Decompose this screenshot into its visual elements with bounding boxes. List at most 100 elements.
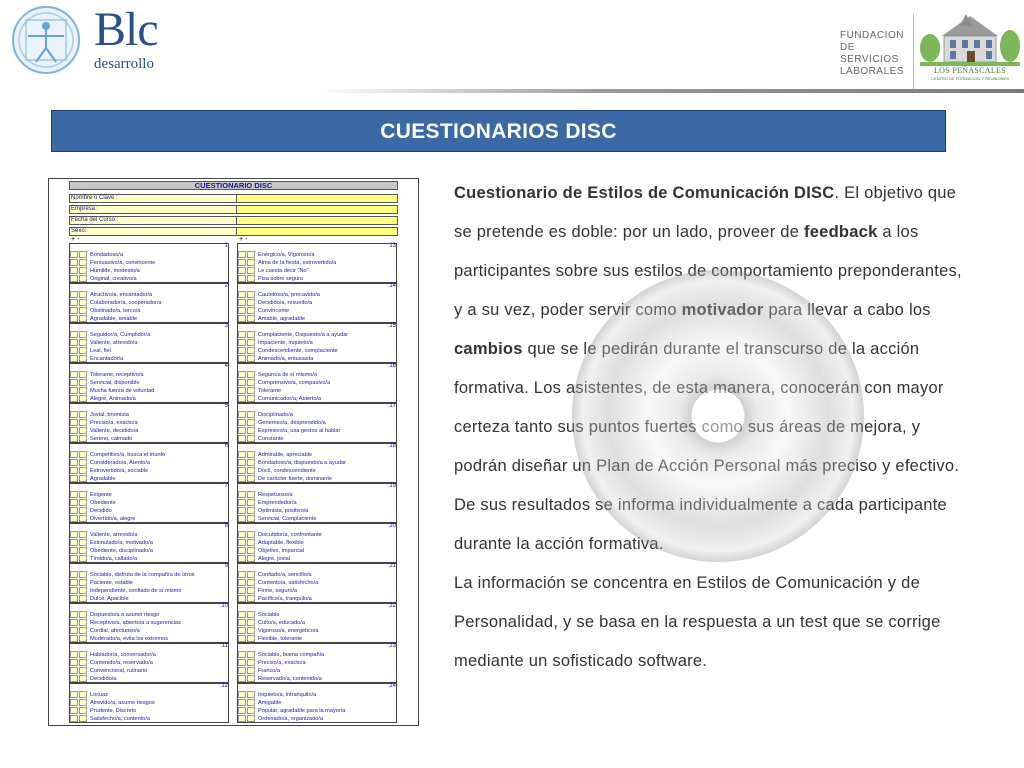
most-like-me-checkbox — [70, 531, 78, 538]
question-item-label: Tímido/a, callado/a — [90, 556, 138, 562]
question-item: Tolerante, receptivo/a — [69, 371, 229, 379]
least-like-me-checkbox — [79, 467, 87, 474]
most-like-me-checkbox — [238, 619, 246, 626]
most-like-me-checkbox — [70, 459, 78, 466]
least-like-me-checkbox — [79, 587, 87, 594]
question-item: Reservado/a, contenido/a — [237, 675, 397, 683]
least-like-me-checkbox — [79, 627, 87, 634]
most-like-me-checkbox — [238, 395, 246, 402]
least-like-me-checkbox — [247, 427, 255, 434]
most-like-me-checkbox — [238, 427, 246, 434]
least-like-me-checkbox — [247, 291, 255, 298]
question-group-number: 24 — [389, 683, 396, 689]
questionnaire-column-right: 13 Enérgico/a, Vigoroso/a Alma de la fiest… — [237, 243, 397, 725]
most-like-me-checkbox — [238, 419, 246, 426]
least-like-me-checkbox — [79, 299, 87, 306]
least-like-me-checkbox — [247, 555, 255, 562]
question-item: Condescendiente, complaciente — [237, 347, 397, 355]
question-group-number: 5 — [224, 403, 228, 409]
most-like-me-checkbox — [70, 307, 78, 314]
bold-phrase: cambios — [454, 340, 523, 358]
question-item-label: Agradable — [90, 476, 116, 482]
most-like-me-checkbox — [238, 507, 246, 514]
questionnaire-column-left: 1 Bondadoso/a Persuasivo/a, convincente Hum… — [69, 243, 229, 725]
most-like-me-checkbox — [238, 299, 246, 306]
question-group: 21 Confiado/a, sencillo/a Contento/a, sati… — [237, 563, 397, 603]
most-like-me-checkbox — [70, 419, 78, 426]
question-item: Leal, fiel — [69, 347, 229, 355]
least-like-me-checkbox — [247, 675, 255, 682]
question-item: Amable, agradable — [237, 315, 397, 323]
question-item-label: Emprendedor/a — [258, 500, 297, 506]
question-item-label: Ordenado/a, organizado/a — [258, 716, 323, 722]
most-like-me-checkbox — [70, 435, 78, 442]
los-penascales-logo: LOS PEÑASCALES CENTRO DE FORMACION Y REU… — [920, 10, 1020, 88]
form-field-value — [237, 206, 397, 213]
question-item-label: Humilde, modesto/a — [90, 268, 140, 274]
question-item-label: Extrovertido/a, sociable — [90, 468, 149, 474]
question-item: Preciso/a, exacto/a — [237, 659, 397, 667]
question-group-number: 22 — [389, 603, 396, 609]
question-item: Independiente, confiado de sí mismo — [69, 587, 229, 595]
disc-questionnaire-form: CUESTIONARIO DISC Nombre o Clave : Empre… — [48, 178, 419, 726]
most-like-me-checkbox — [70, 627, 78, 634]
most-like-me-checkbox — [70, 555, 78, 562]
question-group: 1 Bondadoso/a Persuasivo/a, convincente Hum… — [69, 243, 229, 283]
question-item: Seguro/a de sí mismo/a — [237, 371, 397, 379]
most-like-me-checkbox — [70, 507, 78, 514]
question-item-label: Decidido/a, resuelto/a — [258, 300, 313, 306]
most-like-me-checkbox — [70, 651, 78, 658]
question-item: Tolerante — [237, 387, 397, 395]
question-item: De carácter fuerte, dominante — [237, 475, 397, 483]
question-item-label: Divertido/a, alegre — [90, 516, 136, 522]
most-like-me-checkbox — [238, 251, 246, 258]
question-item-label: Disciplinado/a — [258, 412, 293, 418]
most-like-me-checkbox — [70, 715, 78, 722]
least-like-me-checkbox — [79, 259, 87, 266]
question-item: Original, creativo/a — [69, 275, 229, 283]
most-like-me-checkbox — [70, 499, 78, 506]
question-group: 10 Dispuesto/a a asumir riesgo Receptivo/a… — [69, 603, 229, 643]
question-item: Discutidor/a, confrontante — [237, 531, 397, 539]
most-like-me-checkbox — [238, 411, 246, 418]
least-like-me-checkbox — [247, 635, 255, 642]
most-like-me-checkbox — [70, 579, 78, 586]
most-like-me-checkbox — [238, 715, 246, 722]
question-item-label: Estimulado/a, motivado/a — [90, 540, 153, 546]
question-group-number: 7 — [224, 483, 228, 489]
question-group-number: 10 — [221, 603, 228, 609]
question-group: 7 Exigente Obediente Decidido Divertido/a, a… — [69, 483, 229, 523]
question-item: Sociable — [237, 611, 397, 619]
question-group: 17 Disciplinado/a Generoso/a, desprendido/… — [237, 403, 397, 443]
least-like-me-checkbox — [79, 459, 87, 466]
most-like-me-checkbox — [238, 707, 246, 714]
least-like-me-checkbox — [79, 547, 87, 554]
question-item: Valiente, atrevido/a — [69, 531, 229, 539]
question-item-label: Alegre, jovial — [258, 556, 291, 562]
question-item: Inquieto/a, intranquilo/a — [237, 691, 397, 699]
question-item-label: Mucha fuerza de voluntad — [90, 388, 155, 394]
question-item: Objetivo, imparcial — [237, 547, 397, 555]
question-item-label: Dispuesto/a a asumir riesgo — [90, 612, 160, 618]
fsl-line: DE SERVICIOS — [840, 42, 899, 65]
least-like-me-checkbox — [79, 475, 87, 482]
question-group-number: 23 — [389, 643, 396, 649]
question-item: Flexible, tolerante — [237, 635, 397, 643]
question-item: Atrevido/a, asume riesgos — [69, 699, 229, 707]
least-like-me-checkbox — [79, 267, 87, 274]
question-item: Valiente, atrevido/a — [69, 339, 229, 347]
question-item: Estimulado/a, motivado/a — [69, 539, 229, 547]
fsl-line: FUNDACION — [840, 30, 904, 41]
least-like-me-checkbox — [79, 531, 87, 538]
question-group: 12 Locuaz Atrevido/a, asume riesgos Prudent… — [69, 683, 229, 723]
least-like-me-checkbox — [79, 371, 87, 378]
most-like-me-checkbox — [238, 611, 246, 618]
question-item: Exigente — [69, 491, 229, 499]
question-item: Agradable, amable — [69, 315, 229, 323]
question-group-number: 4 — [224, 363, 228, 369]
question-group-number: 9 — [224, 563, 228, 569]
least-like-me-checkbox — [79, 387, 87, 394]
question-item-label: Bondadoso/a — [90, 252, 123, 258]
most-like-me-checkbox — [70, 331, 78, 338]
question-group-number: 19 — [389, 483, 396, 489]
